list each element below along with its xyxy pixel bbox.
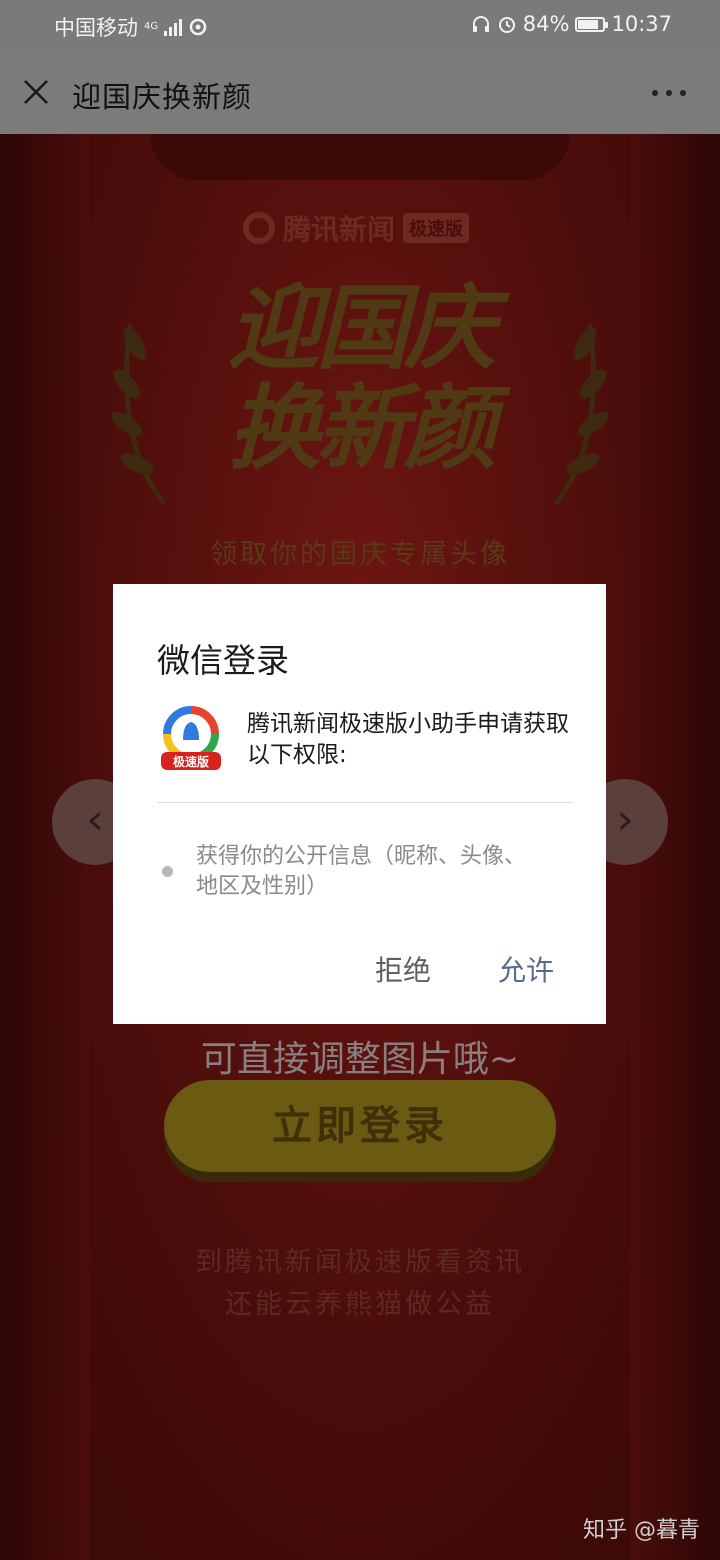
hero-line-2: 换新颜 [227, 375, 496, 482]
clock: 10:37 [611, 12, 672, 36]
bullet-icon [162, 866, 173, 877]
nav-bar: 迎国庆换新颜 [0, 50, 720, 134]
battery-percent: 84% [522, 12, 570, 36]
brand-name: 腾讯新闻 [283, 213, 396, 246]
carrier-label: 中国移动 [54, 16, 138, 40]
adjust-hint: 可直接调整图片哦~ [200, 1039, 520, 1080]
battery-icon [575, 16, 609, 32]
deny-button[interactable]: 拒绝 [375, 949, 431, 989]
alarm-icon [498, 17, 515, 33]
brand-tag: 极速版 [403, 213, 470, 243]
watermark: 知乎 @暮青 [583, 1518, 700, 1543]
status-bar: 中国移动 4G 84% 10:37 [0, 0, 720, 50]
network-type: 4G [144, 21, 159, 32]
wechat-login-dialog: 微信登录 极速版 腾讯新闻极速版小助手申请获取以下权限: 获得你的公开信息（昵称… [113, 584, 606, 1024]
app-icon: 极速版 [161, 706, 221, 770]
permission-request-text: 腾讯新闻极速版小助手申请获取以下权限: [247, 711, 569, 768]
status-left: 中国移动 4G [54, 12, 208, 42]
hero-title: 迎国庆 换新颜 [190, 279, 530, 479]
page-title: 迎国庆换新颜 [72, 80, 253, 114]
laurel-right-icon [553, 323, 609, 506]
promo-line-2: 还能云养熊猫做公益 [225, 1289, 495, 1320]
headphones-icon [472, 16, 489, 32]
data-sync-icon [189, 18, 207, 36]
promo-line-1: 到腾讯新闻极速版看资讯 [195, 1247, 525, 1278]
hero-line-1: 迎国庆 [227, 275, 496, 382]
allow-button[interactable]: 允许 [498, 949, 554, 989]
brand-ring-icon [243, 212, 275, 244]
permission-item: 获得你的公开信息（昵称、头像、地区及性别） [196, 844, 527, 899]
top-banner [150, 134, 570, 180]
hero-subtitle: 领取你的国庆专属头像 [210, 539, 510, 570]
status-right: 84% 10:37 [471, 12, 672, 36]
signal-icon [164, 18, 183, 36]
dialog-title: 微信登录 [157, 641, 289, 680]
app-icon-label: 极速版 [173, 754, 209, 769]
login-button[interactable]: 立即登录 [164, 1080, 556, 1172]
laurel-left-icon [111, 323, 167, 506]
more-icon[interactable] [652, 90, 686, 96]
dialog-divider [157, 802, 574, 803]
close-icon[interactable] [20, 76, 52, 108]
brand-logo: 腾讯新闻 极速版 [243, 208, 470, 248]
